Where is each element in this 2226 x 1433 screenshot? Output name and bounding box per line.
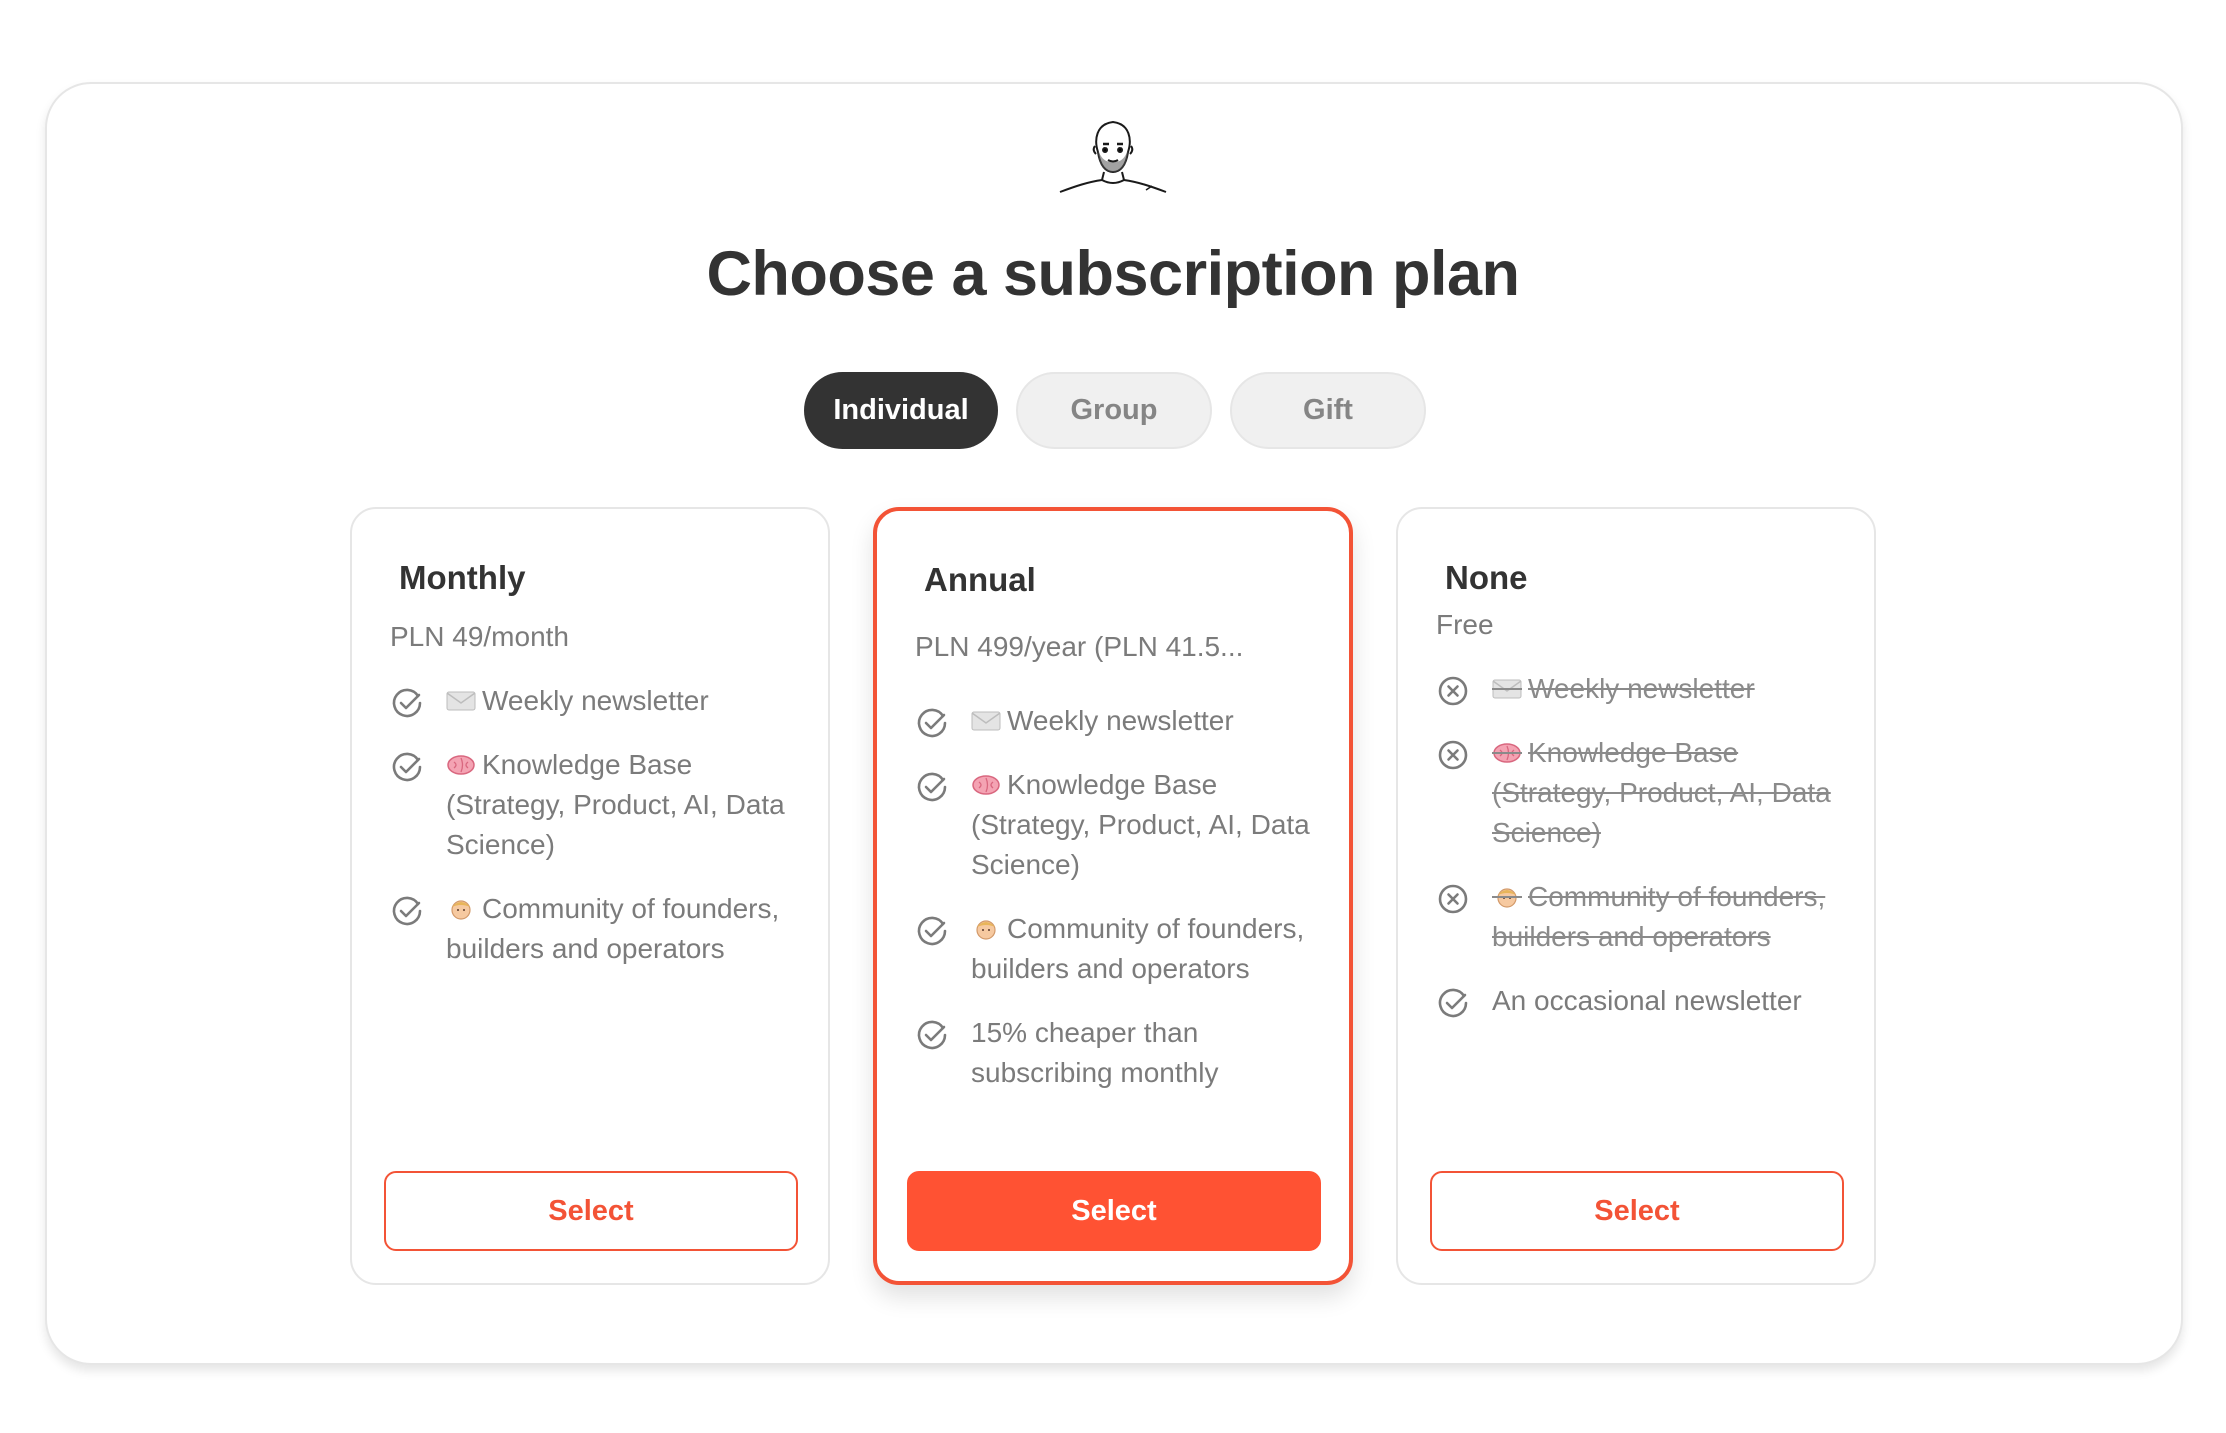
plan-name: Monthly	[399, 559, 526, 596]
feature-text: Community of founders, builders and oper…	[446, 893, 780, 964]
plan-card-none[interactable]: None Free Weekly newsletter Knowledge Ba…	[1396, 507, 1876, 1285]
feature-text: Knowledge Base (Strategy, Product, AI, D…	[1492, 737, 1831, 848]
feature-text: An occasional newsletter	[1492, 985, 1802, 1016]
check-circle-icon	[1438, 988, 1468, 1018]
feature-text: Weekly newsletter	[1007, 705, 1234, 736]
feature-text: Community of founders, builders and oper…	[1492, 881, 1826, 952]
person-icon	[1492, 888, 1522, 908]
feature-item: Knowledge Base (Strategy, Product, AI, D…	[1436, 733, 1854, 853]
feature-item: Weekly newsletter	[1436, 669, 1854, 709]
plan-name: Annual	[924, 561, 1036, 598]
check-circle-icon	[917, 1020, 947, 1050]
person-icon	[976, 920, 996, 940]
brain-icon	[447, 755, 475, 775]
envelope-icon	[446, 691, 476, 711]
x-circle-icon	[1438, 884, 1468, 914]
tab-group[interactable]: Group	[1016, 372, 1212, 449]
check-circle-icon	[392, 752, 422, 782]
plan-price: PLN 49/month	[390, 621, 569, 652]
author-avatar	[1059, 120, 1167, 193]
envelope-icon	[971, 711, 1001, 731]
check-circle-icon	[392, 688, 422, 718]
select-button-monthly[interactable]: Select	[384, 1171, 798, 1251]
feature-item: 15% cheaper than subscribing monthly	[915, 1013, 1329, 1093]
feature-item: An occasional newsletter	[1436, 981, 1854, 1021]
brain-icon	[1492, 743, 1522, 763]
feature-item: Weekly newsletter	[915, 701, 1329, 741]
tab-gift[interactable]: Gift	[1230, 372, 1426, 449]
plan-price: PLN 499/year (PLN 41.5...	[915, 631, 1244, 662]
feature-text: Weekly newsletter	[482, 685, 709, 716]
tab-individual[interactable]: Individual	[804, 372, 998, 449]
brain-icon	[972, 775, 1000, 795]
check-circle-icon	[917, 772, 947, 802]
feature-text: Community of founders, builders and oper…	[971, 913, 1305, 984]
feature-text: Weekly newsletter	[1528, 673, 1755, 704]
feature-item: Knowledge Base (Strategy, Product, AI, D…	[915, 765, 1329, 885]
select-button-none[interactable]: Select	[1430, 1171, 1844, 1251]
check-circle-icon	[917, 916, 947, 946]
plan-card-monthly[interactable]: Monthly PLN 49/month Weekly newsletter K…	[350, 507, 830, 1285]
select-button-annual[interactable]: Select	[907, 1171, 1321, 1251]
feature-text: Knowledge Base (Strategy, Product, AI, D…	[971, 769, 1310, 880]
x-circle-icon	[1438, 676, 1468, 706]
feature-text: 15% cheaper than subscribing monthly	[971, 1017, 1219, 1088]
feature-item: Weekly newsletter	[390, 681, 808, 721]
check-circle-icon	[917, 708, 947, 738]
plan-price: Free	[1436, 609, 1494, 640]
page-title: Choose a subscription plan	[706, 239, 1520, 309]
plan-card-annual[interactable]: Annual PLN 499/year (PLN 41.5... Weekly …	[873, 507, 1353, 1285]
feature-text: Knowledge Base (Strategy, Product, AI, D…	[446, 749, 785, 860]
check-circle-icon	[392, 896, 422, 926]
x-circle-icon	[1438, 740, 1468, 770]
plan-name: None	[1445, 559, 1528, 596]
feature-item: Knowledge Base (Strategy, Product, AI, D…	[390, 745, 808, 865]
feature-item: Community of founders, builders and oper…	[1436, 877, 1854, 957]
feature-item: Community of founders, builders and oper…	[915, 909, 1329, 989]
person-icon	[451, 900, 471, 920]
feature-item: Community of founders, builders and oper…	[390, 889, 808, 969]
envelope-icon	[1492, 679, 1522, 699]
